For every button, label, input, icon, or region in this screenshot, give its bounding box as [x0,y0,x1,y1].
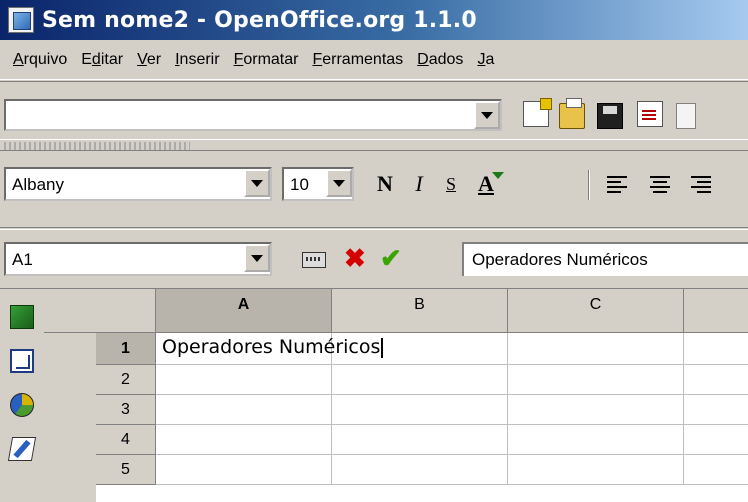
cell-d4[interactable] [684,425,748,455]
toolbar-separator [588,170,590,200]
function-wizard-icon[interactable] [302,252,326,268]
underline-button[interactable]: S [437,168,465,200]
align-left-icon[interactable] [607,174,631,194]
cell-d3[interactable] [684,395,748,425]
cell-c1[interactable] [508,333,684,365]
chevron-down-icon [481,111,493,119]
insert-icon[interactable] [10,305,34,329]
cell-c2[interactable] [508,365,684,395]
menu-editar[interactable]: Editar [74,51,130,69]
select-all-corner[interactable] [44,289,156,333]
menu-formatar[interactable]: Formatar [227,51,306,69]
color-indicator-icon [492,172,504,179]
save-disk-icon[interactable] [597,103,623,129]
insert-cells-icon[interactable] [10,349,34,373]
align-right-icon[interactable] [687,174,711,194]
cell-b1[interactable] [332,333,508,365]
edit-file-icon[interactable] [637,101,663,127]
menu-arquivo[interactable]: Arquivo [6,51,74,69]
accept-icon[interactable]: ✔ [380,243,402,274]
name-box[interactable]: A1 [4,242,272,276]
cell-a4[interactable] [156,425,332,455]
cell-a3[interactable] [156,395,332,425]
menu-ferramentas[interactable]: Ferramentas [305,51,410,69]
column-header-a[interactable]: A [156,289,332,333]
row-header-2[interactable]: 2 [96,365,156,395]
chevron-down-icon [251,254,263,262]
cell-d2[interactable] [684,365,748,395]
export-icon[interactable] [676,103,696,129]
align-center-icon[interactable] [648,174,672,194]
row-header-gutter [44,333,96,502]
font-size-combo[interactable]: 10 [282,167,354,201]
cell-a1[interactable]: Operadores Numéricos [156,333,384,365]
formatting-toolbar: Albany 10 N I S A [0,152,748,228]
app-icon[interactable] [8,7,34,33]
cell-c3[interactable] [508,395,684,425]
open-folder-icon[interactable] [559,98,585,129]
edit-draw-icon[interactable] [7,437,37,461]
column-header-b[interactable]: B [332,289,508,333]
new-document-icon[interactable] [523,98,552,127]
function-toolbar [0,81,748,139]
row-header-4[interactable]: 4 [96,425,156,455]
font-name-value[interactable]: Albany [12,175,64,195]
italic-button[interactable]: I [404,168,434,200]
font-size-value[interactable]: 10 [290,175,309,195]
window-title: Sem nome2 - OpenOffice.org 1.1.0 [42,7,477,33]
cell-b4[interactable] [332,425,508,455]
font-name-dropdown[interactable] [244,169,270,197]
formula-bar: A1 ✖ ✔ Operadores Numéricos [0,229,748,287]
column-header-d[interactable] [684,289,748,333]
cell-d1[interactable] [684,333,748,365]
chevron-down-icon [333,179,345,187]
font-name-combo[interactable]: Albany [4,167,272,201]
menu-inserir[interactable]: Inserir [168,51,226,69]
menu-bar: Arquivo Editar Ver Inserir Formatar Ferr… [0,40,748,80]
menu-ver[interactable]: Ver [130,51,168,69]
url-combo-box[interactable] [4,99,502,131]
cancel-icon[interactable]: ✖ [344,243,366,274]
toolbar-handle-strip [0,139,748,151]
grip-handle[interactable] [4,142,190,150]
title-bar[interactable]: Sem nome2 - OpenOffice.org 1.1.0 [0,0,748,40]
cell-c4[interactable] [508,425,684,455]
font-size-dropdown[interactable] [326,169,352,197]
formula-input-value: Operadores Numéricos [472,250,648,269]
row-header-3[interactable]: 3 [96,395,156,425]
menu-janela[interactable]: Ja [470,51,501,69]
row-header-1[interactable]: 1 [96,333,156,365]
bold-button[interactable]: N [370,168,400,200]
cell-b3[interactable] [332,395,508,425]
name-box-dropdown[interactable] [244,244,270,272]
cell-a2[interactable] [156,365,332,395]
chart-icon[interactable] [10,393,34,417]
name-box-value[interactable]: A1 [12,250,33,270]
column-header-c[interactable]: C [508,289,684,333]
cell-a5[interactable] [156,455,332,485]
font-color-button[interactable]: A [466,168,506,200]
chevron-down-icon [251,179,263,187]
cell-c5[interactable] [508,455,684,485]
formula-input[interactable]: Operadores Numéricos [462,242,748,276]
spreadsheet-grid[interactable]: A B C 1 2 3 4 5 Operadores Numéricos [44,288,748,502]
row-header-5[interactable]: 5 [96,455,156,485]
menu-dados[interactable]: Dados [410,51,470,69]
main-toolbar-vertical [0,288,44,502]
cell-b2[interactable] [332,365,508,395]
cell-d5[interactable] [684,455,748,485]
url-dropdown-button[interactable] [474,101,500,129]
cell-b5[interactable] [332,455,508,485]
